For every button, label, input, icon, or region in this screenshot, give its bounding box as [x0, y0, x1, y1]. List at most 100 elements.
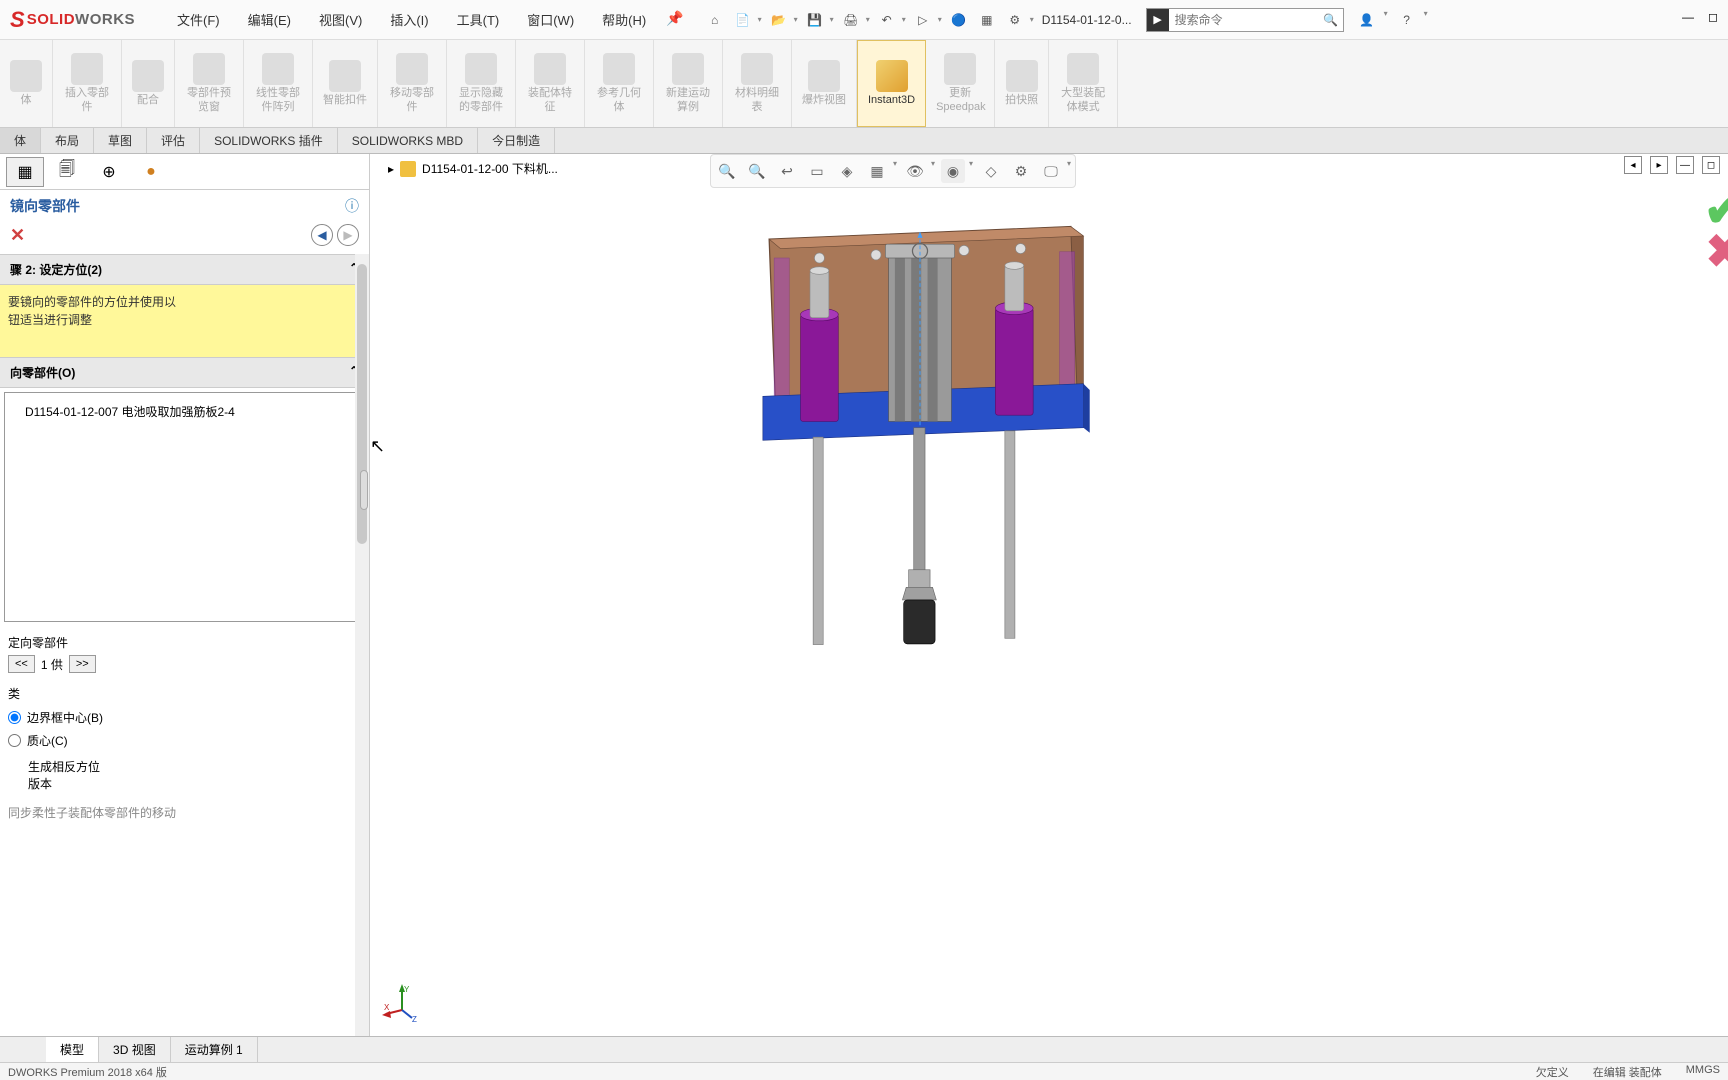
view-settings-icon[interactable]: ⚙	[1009, 159, 1033, 183]
app-logo: S SOLIDWORKS	[0, 7, 145, 33]
pm-component-list[interactable]: D1154-01-12-007 电池吸取加强筋板2-4	[4, 392, 365, 622]
screen-icon[interactable]: 🖵	[1039, 159, 1063, 183]
hide-show-icon[interactable]: 👁	[903, 159, 927, 183]
maximize-icon[interactable]: ◻	[1708, 10, 1718, 24]
pm-tab-appearance-icon[interactable]: ●	[132, 157, 170, 187]
rib-insert-component[interactable]: 插入零部件	[53, 40, 122, 127]
menu-view[interactable]: 视图(V)	[305, 10, 376, 29]
print-icon[interactable]: 🖨	[840, 9, 862, 31]
pm-back-button[interactable]: ◀	[311, 224, 333, 246]
pm-tab-property-icon[interactable]: 🗐	[48, 157, 86, 187]
search-icon[interactable]: 🔍	[1319, 13, 1343, 27]
menu-file[interactable]: 文件(F)	[163, 10, 234, 29]
rib-linear-pattern[interactable]: 线性零部件阵列	[244, 40, 313, 127]
rib-instant3d[interactable]: Instant3D	[857, 40, 926, 127]
open-icon[interactable]: 📂	[768, 9, 790, 31]
pm-components-header[interactable]: 向零部件(O) ⌃	[0, 357, 369, 388]
radio-centroid[interactable]: 质心(C)	[0, 729, 369, 752]
pm-components-label: 向零部件(O)	[10, 364, 75, 381]
select-icon[interactable]: ▷	[912, 9, 934, 31]
tab-layout[interactable]: 布局	[41, 128, 94, 153]
section-view-icon[interactable]: ▭	[805, 159, 829, 183]
btm-tab-3dview[interactable]: 3D 视图	[99, 1037, 171, 1062]
list-item[interactable]: D1154-01-12-007 电池吸取加强筋板2-4	[9, 401, 360, 422]
tab-today-make[interactable]: 今日制造	[478, 128, 555, 153]
edit-appearance-icon[interactable]: ◉	[941, 159, 965, 183]
status-units[interactable]: MMGS	[1686, 1064, 1720, 1080]
apply-scene-icon[interactable]: ◇	[979, 159, 1003, 183]
tab-sketch[interactable]: 草图	[94, 128, 147, 153]
save-icon[interactable]: 💾	[804, 9, 826, 31]
radio-bbox-center[interactable]: 边界框中心(B)	[0, 706, 369, 729]
options-icon[interactable]: ⚙	[1004, 9, 1026, 31]
radio-bbox-input[interactable]	[8, 711, 21, 724]
undo-icon[interactable]: ↶	[876, 9, 898, 31]
rebuild-icon[interactable]: 🔵	[948, 9, 970, 31]
rib-show-hidden[interactable]: 显示隐藏的零部件	[447, 40, 516, 127]
graphics-viewport[interactable]: ▸ D1154-01-12-00 下料机... 🔍 🔍 ↩ ▭ ◈ ▦▾ 👁▾ …	[370, 154, 1728, 1036]
menu-edit[interactable]: 编辑(E)	[234, 10, 305, 29]
splitter[interactable]	[358, 210, 370, 1080]
previous-view-icon[interactable]: ↩	[775, 159, 799, 183]
splitter-handle[interactable]	[360, 470, 368, 510]
expand-icon[interactable]: ▸	[388, 162, 394, 176]
tab-sw-mbd[interactable]: SOLIDWORKS MBD	[338, 128, 478, 153]
help-icon[interactable]: ?	[1396, 9, 1418, 31]
search-mode-icon[interactable]: ▶	[1147, 9, 1169, 31]
confirm-cancel-icon[interactable]: ✖	[1705, 224, 1728, 278]
rib-body[interactable]: 体	[0, 40, 53, 127]
pager-prev-button[interactable]: <<	[8, 655, 35, 673]
document-name: D1154-01-12-0...	[1034, 13, 1140, 27]
rib-exploded-view[interactable]: 爆炸视图	[792, 40, 857, 127]
main-menu: 文件(F) 编辑(E) 视图(V) 插入(I) 工具(T) 窗口(W) 帮助(H…	[163, 10, 684, 29]
pager-next-button[interactable]: >>	[69, 655, 96, 673]
zoom-fit-icon[interactable]: 🔍	[715, 159, 739, 183]
rib-smart-fasteners[interactable]: 智能扣件	[313, 40, 378, 127]
pm-next-button[interactable]: ▶	[337, 224, 359, 246]
rib-preview-window[interactable]: 零部件预览窗	[175, 40, 244, 127]
doc-props-icon[interactable]: ▦	[976, 9, 998, 31]
pm-help-icon[interactable]: ⓘ	[345, 196, 359, 216]
rib-new-motion-study[interactable]: 新建运动算例	[654, 40, 723, 127]
search-input[interactable]	[1169, 13, 1319, 27]
menu-tools[interactable]: 工具(T)	[443, 10, 514, 29]
vp-minimize-icon[interactable]: —	[1676, 156, 1694, 174]
pm-tab-config-icon[interactable]: ⊕	[90, 157, 128, 187]
rib-snapshot[interactable]: 拍快照	[995, 40, 1049, 127]
pm-step-header[interactable]: 骤 2: 设定方位(2) ⌃	[0, 254, 369, 285]
tab-sw-addins[interactable]: SOLIDWORKS 插件	[200, 128, 338, 153]
rib-assembly-features[interactable]: 装配体特征	[516, 40, 585, 127]
view-orientation-icon[interactable]: ◈	[835, 159, 859, 183]
home-icon[interactable]: ⌂	[704, 9, 726, 31]
rib-update-speedpak[interactable]: 更新 Speedpak	[926, 40, 995, 127]
tab-evaluate[interactable]: 评估	[147, 128, 200, 153]
minimize-icon[interactable]: —	[1682, 10, 1694, 24]
new-icon[interactable]: 📄	[732, 9, 754, 31]
menu-insert[interactable]: 插入(I)	[376, 10, 442, 29]
radio-centroid-input[interactable]	[8, 734, 21, 747]
vp-maximize-icon[interactable]: ◻	[1702, 156, 1720, 174]
vp-prev-icon[interactable]: ◂	[1624, 156, 1642, 174]
pm-cancel-button[interactable]: ✕	[10, 225, 25, 246]
rib-mate[interactable]: 配合	[122, 40, 175, 127]
display-style-icon[interactable]: ▦	[865, 159, 889, 183]
flyout-tree[interactable]: ▸ D1154-01-12-00 下料机...	[388, 160, 558, 177]
btm-tab-model[interactable]: 模型	[46, 1037, 99, 1062]
zoom-area-icon[interactable]: 🔍	[745, 159, 769, 183]
btm-tab-motion[interactable]: 运动算例 1	[171, 1037, 258, 1062]
rib-bom[interactable]: 材料明细表	[723, 40, 792, 127]
pin-icon[interactable]: 📌	[666, 10, 683, 29]
menu-help[interactable]: 帮助(H)	[588, 10, 660, 29]
tree-root-label: D1154-01-12-00 下料机...	[422, 160, 558, 177]
vp-next-icon[interactable]: ▸	[1650, 156, 1668, 174]
tab-body[interactable]: 体	[0, 128, 41, 153]
rib-reference-geometry[interactable]: 参考几何体	[585, 40, 654, 127]
menu-window[interactable]: 窗口(W)	[513, 10, 588, 29]
pm-title: 镜向零部件	[10, 196, 80, 216]
rib-move-component[interactable]: 移动零部件	[378, 40, 447, 127]
status-define: 欠定义	[1536, 1064, 1569, 1080]
user-icon[interactable]: 👤	[1356, 9, 1378, 31]
rib-large-assembly[interactable]: 大型装配体模式	[1049, 40, 1118, 127]
generate-opposite-button[interactable]: 生成相反方位 版本	[28, 758, 369, 792]
pm-tab-feature-tree-icon[interactable]: ▦	[6, 157, 44, 187]
